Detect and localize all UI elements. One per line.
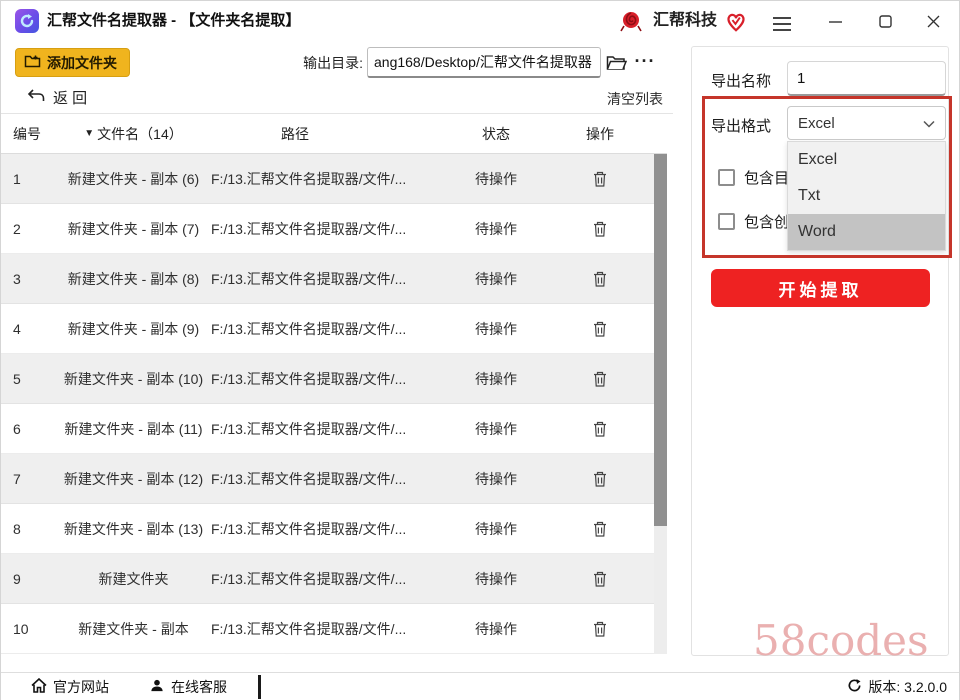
folder-plus-icon <box>24 54 41 72</box>
delete-row-icon[interactable] <box>592 520 608 538</box>
minimize-button[interactable] <box>813 1 857 41</box>
delete-row-icon[interactable] <box>592 320 608 338</box>
delete-row-icon[interactable] <box>592 470 608 488</box>
delete-row-icon[interactable] <box>592 170 608 188</box>
official-site-link[interactable]: 官方网站 <box>31 673 109 700</box>
checkbox-include-2[interactable] <box>718 213 735 230</box>
table-row[interactable]: 9 新建文件夹 F:/13.汇帮文件名提取器/文件/... 待操作 <box>1 554 667 604</box>
menu-icon[interactable] <box>771 13 793 31</box>
app-logo-icon <box>15 9 39 33</box>
table-row[interactable]: 6 新建文件夹 - 副本 (11) F:/13.汇帮文件名提取器/文件/... 待操… <box>1 404 667 454</box>
export-name-label: 导出名称 <box>711 73 772 90</box>
version-info: 版本: 3.2.0.0 <box>847 673 947 700</box>
brand-name: 汇帮科技 <box>653 12 718 29</box>
delete-row-icon[interactable] <box>592 270 608 288</box>
delete-row-icon[interactable] <box>592 420 608 438</box>
verified-heart-badge-icon <box>725 11 747 33</box>
title-bar: 汇帮文件名提取器 - 【文件夹名提取】 汇帮科技 <box>1 1 959 41</box>
dropdown-option-excel[interactable]: Excel <box>788 142 945 178</box>
footer-divider <box>258 675 261 699</box>
header-status[interactable]: 状态 <box>441 124 551 144</box>
checkbox-row-1: 包含目 <box>718 167 789 188</box>
table-row[interactable]: 10 新建文件夹 - 副本 F:/13.汇帮文件名提取器/文件/... 待操作 <box>1 604 667 654</box>
more-options-button[interactable]: ··· <box>632 48 658 78</box>
table-row[interactable]: 5 新建文件夹 - 副本 (10) F:/13.汇帮文件名提取器/文件/... 待操… <box>1 354 667 404</box>
dropdown-option-word[interactable]: Word <box>788 214 945 250</box>
output-dir-label: 输出目录: <box>303 55 363 71</box>
scrollbar-thumb[interactable] <box>654 154 667 526</box>
table-row[interactable]: 1 新建文件夹 - 副本 (6) F:/13.汇帮文件名提取器/文件/... 待操作 <box>1 154 667 204</box>
header-index[interactable]: 编号 <box>1 124 56 144</box>
list-action-bar: 返 回 清空列表 <box>1 83 673 114</box>
export-format-select[interactable]: Excel <box>787 106 946 140</box>
delete-row-icon[interactable] <box>592 220 608 238</box>
export-format-value: Excel <box>798 114 835 132</box>
table-scrollbar[interactable] <box>654 154 667 654</box>
sort-desc-icon: ▼ <box>84 128 95 139</box>
checkbox-row-2: 包含创 <box>718 211 789 232</box>
checkbox-label-2: 包含创 <box>744 214 790 231</box>
back-label: 返 回 <box>53 90 88 107</box>
online-support-link[interactable]: 在线客服 <box>149 673 227 700</box>
checkbox-include-1[interactable] <box>718 169 735 186</box>
window-title: 汇帮文件名提取器 - 【文件夹名提取】 <box>47 12 301 29</box>
dropdown-option-txt[interactable]: Txt <box>788 178 945 214</box>
table-row[interactable]: 3 新建文件夹 - 副本 (8) F:/13.汇帮文件名提取器/文件/... 待操作 <box>1 254 667 304</box>
close-button[interactable] <box>911 1 955 41</box>
table-row[interactable]: 8 新建文件夹 - 副本 (13) F:/13.汇帮文件名提取器/文件/... 待操… <box>1 504 667 554</box>
delete-row-icon[interactable] <box>592 620 608 638</box>
app-window: 汇帮文件名提取器 - 【文件夹名提取】 汇帮科技 添加文件夹 输出目录: ··· <box>0 0 960 700</box>
file-table: 编号 ▼ 文件名（14） 路径 状态 操作 1 新建文件夹 - 副本 (6) F:… <box>1 114 667 654</box>
export-format-label: 导出格式 <box>711 118 772 135</box>
export-name-input[interactable] <box>787 61 946 96</box>
table-row[interactable]: 7 新建文件夹 - 副本 (12) F:/13.汇帮文件名提取器/文件/... 待操… <box>1 454 667 504</box>
footer-bar: 官方网站 在线客服 版本: 3.2.0.0 <box>1 672 959 700</box>
delete-row-icon[interactable] <box>592 370 608 388</box>
add-folder-label: 添加文件夹 <box>47 54 117 71</box>
table-row[interactable]: 2 新建文件夹 - 副本 (7) F:/13.汇帮文件名提取器/文件/... 待操作 <box>1 204 667 254</box>
output-dir-input[interactable] <box>367 47 601 78</box>
header-path[interactable]: 路径 <box>211 124 441 144</box>
chevron-down-icon <box>923 115 935 132</box>
checkbox-label-1: 包含目 <box>744 170 790 187</box>
clear-list-button[interactable]: 清空列表 <box>607 89 663 109</box>
maximize-button[interactable] <box>863 1 907 41</box>
table-row[interactable]: 4 新建文件夹 - 副本 (9) F:/13.汇帮文件名提取器/文件/... 待操作 <box>1 304 667 354</box>
customer-service-icon <box>149 678 165 696</box>
home-icon <box>31 677 47 696</box>
table-header-row: 编号 ▼ 文件名（14） 路径 状态 操作 <box>1 114 667 154</box>
add-folder-button[interactable]: 添加文件夹 <box>15 48 130 77</box>
browse-folder-icon[interactable] <box>605 52 628 74</box>
back-button[interactable]: 返 回 <box>27 87 87 108</box>
start-extract-button[interactable]: 开始提取 <box>711 269 930 307</box>
rose-icon <box>619 9 643 33</box>
undo-arrow-icon <box>27 88 45 107</box>
delete-row-icon[interactable] <box>592 570 608 588</box>
refresh-icon[interactable] <box>847 678 862 696</box>
header-name[interactable]: ▼ 文件名（14） <box>56 124 211 144</box>
format-dropdown-list: Excel Txt Word <box>787 141 946 251</box>
header-action: 操作 <box>586 125 614 142</box>
